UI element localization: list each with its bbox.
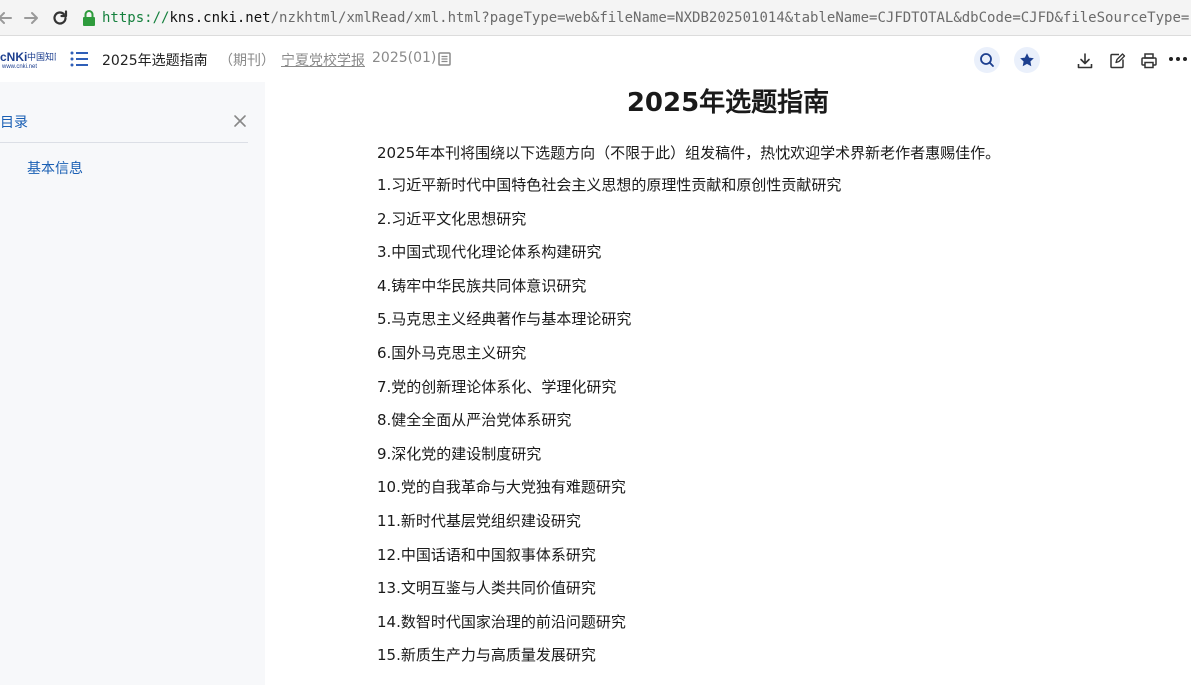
article-intro: 2025年本刊将围绕以下选题方向（不限于此）组发稿件，热忱欢迎学术界新老作者惠赐… — [377, 144, 1001, 162]
header-issue: 2025(01) — [372, 50, 437, 66]
menu-icon[interactable] — [70, 51, 88, 67]
topic-item: 14.数智时代国家治理的前沿问题研究 — [377, 612, 626, 631]
topic-list: 1.习近平新时代中国特色社会主义思想的原理性贡献和原创性贡献研究 2.习近平文化… — [377, 175, 841, 679]
header-title: 2025年选题指南 — [102, 53, 208, 69]
svg-text:www.cnki.net: www.cnki.net — [1, 64, 37, 69]
browser-toolbar: https://kns.cnki.net/nzkhtml/xmlRead/xml… — [0, 0, 1191, 36]
document-icon[interactable] — [438, 52, 451, 66]
svg-text:cNKi: cNKi — [0, 50, 27, 64]
topic-item: 9.深化党的建设制度研究 — [377, 444, 542, 463]
topic-item: 4.铸牢中华民族共同体意识研究 — [377, 276, 587, 295]
url-scheme: https:// — [102, 10, 170, 26]
reload-button[interactable] — [49, 7, 71, 29]
toc-sidebar: 目录 基本信息 — [0, 82, 265, 685]
header-journal-link[interactable]: 宁夏党校学报 — [281, 50, 365, 70]
url-host: kns.cnki.net — [169, 10, 271, 26]
topic-item: 6.国外马克思主义研究 — [377, 343, 527, 362]
topic-item: 8.健全全面从严治党体系研究 — [377, 411, 572, 430]
toc-divider — [0, 142, 248, 143]
search-icon — [980, 53, 994, 67]
url-path: /nzkhtml/xmlRead/xml.html?pageType=web&f… — [270, 10, 1191, 26]
reload-icon — [53, 10, 68, 25]
address-bar[interactable]: https://kns.cnki.net/nzkhtml/xmlRead/xml… — [80, 6, 1191, 30]
topic-item: 5.马克思主义经典著作与基本理论研究 — [377, 310, 632, 329]
topic-item: 15.新质生产力与高质量发展研究 — [377, 646, 596, 665]
article-content: 2025年选题指南 2025年本刊将围绕以下选题方向（不限于此）组发稿件，热忱欢… — [265, 82, 1191, 685]
topic-item: 10.党的自我革命与大党独有难题研究 — [377, 478, 626, 497]
topic-item: 1.习近平新时代中国特色社会主义思想的原理性贡献和原创性贡献研究 — [377, 176, 842, 194]
print-icon[interactable] — [1140, 52, 1158, 70]
favorite-button[interactable] — [1014, 47, 1040, 73]
back-button[interactable] — [0, 7, 16, 29]
more-icon[interactable] — [1168, 50, 1188, 68]
star-icon — [1020, 53, 1034, 67]
svg-text:中国知网: 中国知网 — [27, 51, 56, 62]
search-button[interactable] — [974, 47, 1000, 73]
header-publication-type: （期刊） — [219, 53, 275, 69]
topic-item: 7.党的创新理论体系化、学理化研究 — [377, 377, 617, 396]
topic-item: 2.习近平文化思想研究 — [377, 209, 527, 228]
topic-item: 3.中国式现代化理论体系构建研究 — [377, 243, 602, 262]
forward-icon — [24, 12, 38, 24]
toc-item-basic-info[interactable]: 基本信息 — [27, 158, 83, 178]
topic-item: 12.中国话语和中国叙事体系研究 — [377, 545, 596, 564]
lock-icon — [83, 10, 95, 26]
back-icon — [0, 12, 12, 24]
cnki-logo: cNKi 中国知网 www.cnki.net — [0, 50, 56, 69]
tab-toc[interactable]: 目录 — [0, 112, 28, 132]
edit-icon[interactable] — [1108, 52, 1126, 70]
download-icon[interactable] — [1076, 52, 1094, 70]
topic-item: 13.文明互鉴与人类共同价值研究 — [377, 579, 596, 598]
close-icon[interactable] — [233, 114, 247, 128]
article-title: 2025年选题指南 — [626, 88, 830, 118]
reader-header: cNKi 中国知网 www.cnki.net 2025年选题指南 （期刊） 宁夏… — [0, 36, 1191, 82]
topic-item: 11.新时代基层党组织建设研究 — [377, 511, 581, 530]
forward-button[interactable] — [20, 7, 42, 29]
